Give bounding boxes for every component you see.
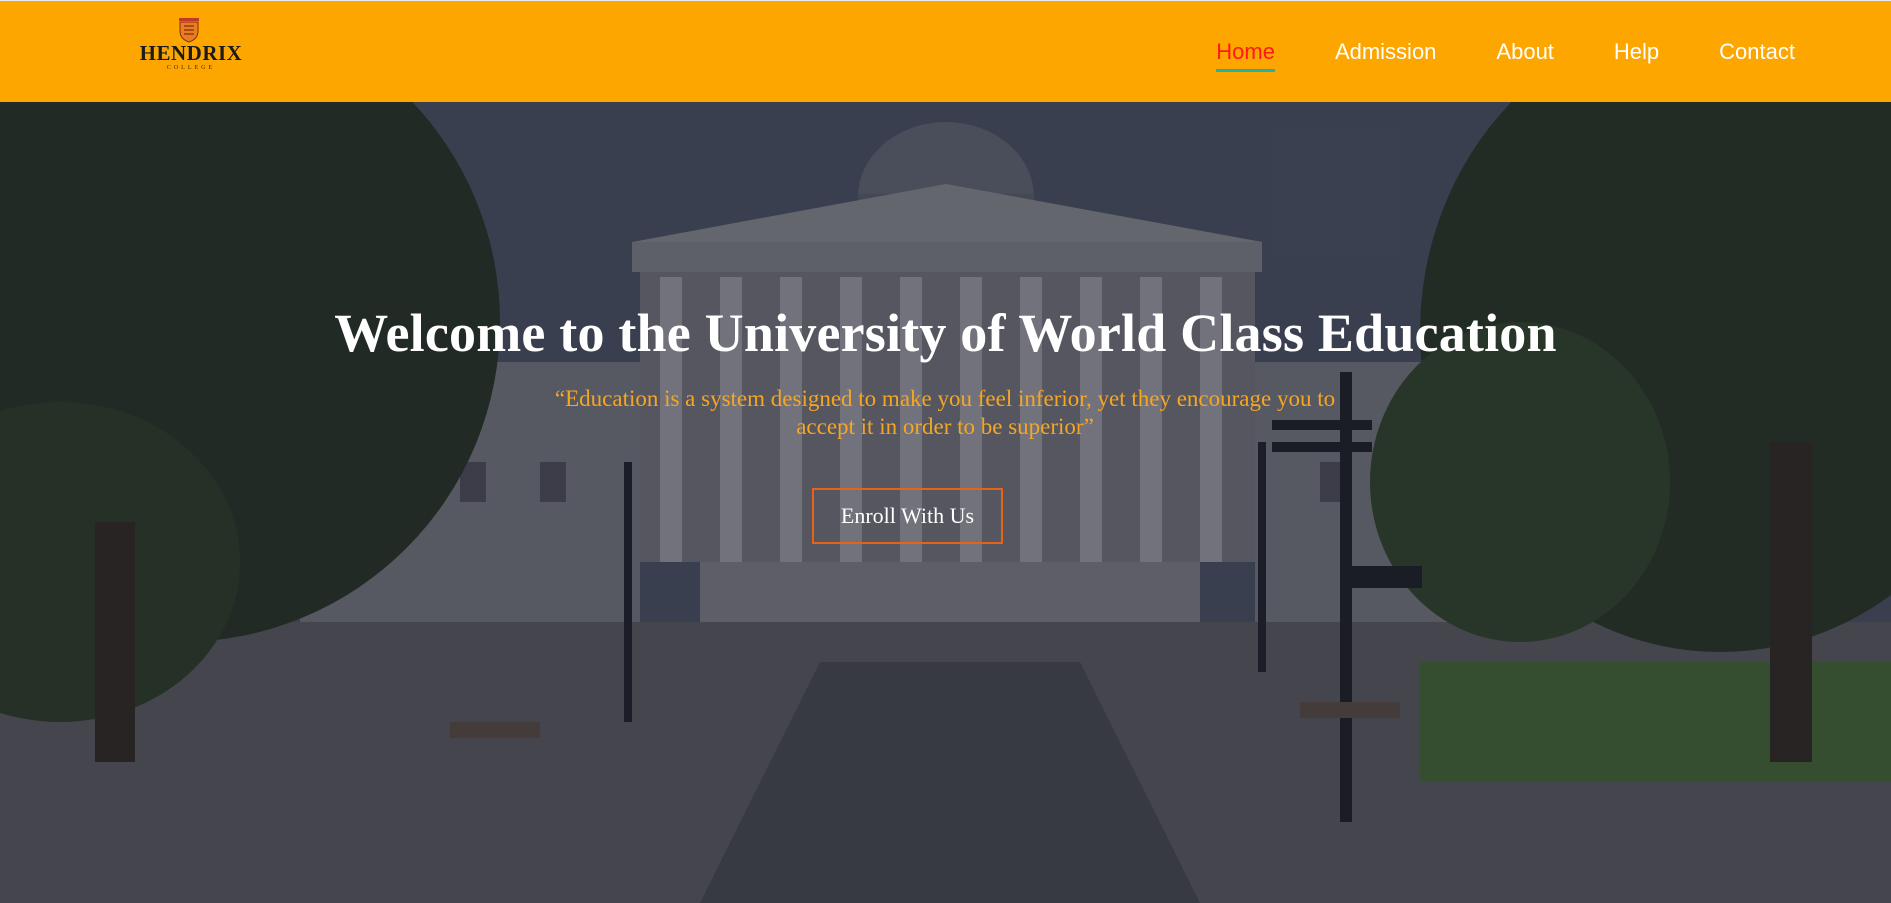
hero-title: Welcome to the University of World Class… (334, 303, 1557, 363)
logo-wordmark: HENDRIX (139, 41, 243, 65)
nav-home[interactable]: Home (1216, 37, 1275, 72)
site-header: HENDRIX COLLEGE Home Admission About Hel… (0, 0, 1891, 102)
hero-section: Welcome to the University of World Class… (0, 102, 1891, 903)
enroll-button[interactable]: Enroll With Us (812, 488, 1003, 544)
nav-about[interactable]: About (1496, 37, 1554, 72)
hero-quote: “Education is a system designed to make … (554, 386, 1336, 439)
nav-admission[interactable]: Admission (1335, 37, 1436, 72)
logo-subtitle: COLLEGE (166, 65, 216, 71)
main-nav: Home Admission About Help Contact (1216, 37, 1795, 72)
nav-contact[interactable]: Contact (1719, 37, 1795, 72)
nav-help[interactable]: Help (1614, 37, 1659, 72)
college-logo[interactable]: HENDRIX COLLEGE (122, 17, 260, 73)
crest-icon (179, 18, 199, 43)
